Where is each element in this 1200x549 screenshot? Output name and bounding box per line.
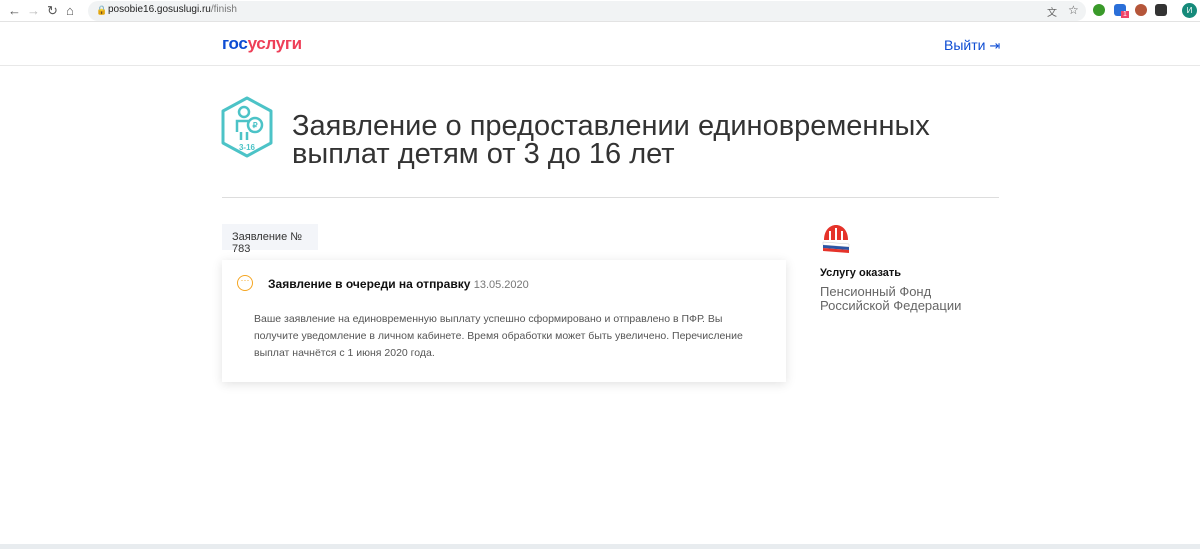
- service-icon: ₽ 3-16: [221, 96, 273, 158]
- url-text[interactable]: posobie16.gosuslugi.ru/finish: [108, 4, 237, 15]
- translate-icon[interactable]: 文: [1047, 4, 1057, 19]
- logout-icon: ⇥: [989, 38, 1001, 53]
- reload-icon[interactable]: ↻: [47, 3, 58, 19]
- pfr-logo: [822, 225, 850, 253]
- provider-label: Услугу оказать: [820, 267, 902, 279]
- divider: [222, 197, 999, 198]
- application-status-card: ··· Заявление в очереди на отправку 13.0…: [222, 260, 786, 382]
- extension-badge: 1: [1121, 11, 1129, 18]
- home-icon[interactable]: ⌂: [66, 3, 74, 18]
- forward-icon[interactable]: →: [27, 3, 40, 18]
- svg-text:₽: ₽: [252, 121, 257, 130]
- extension-icon[interactable]: [1135, 4, 1147, 16]
- lock-icon: 🔒: [96, 5, 108, 15]
- gosuslugi-logo[interactable]: госуслуги: [222, 34, 302, 54]
- provider-info: Услугу оказать Пенсионный Фонд Российско…: [820, 222, 965, 313]
- logout-button[interactable]: Выйти ⇥: [944, 37, 1000, 54]
- star-icon[interactable]: ☆: [1068, 3, 1079, 17]
- extension-icon[interactable]: [1155, 4, 1167, 16]
- page-title: Заявление о предоставлении единовременны…: [292, 110, 930, 170]
- logout-label: Выйти: [944, 37, 986, 53]
- pending-status-icon: ···: [237, 275, 253, 291]
- address-bar[interactable]: [88, 1, 1086, 21]
- browser-toolbar: ← → ↻ ⌂ 🔒 posobie16.gosuslugi.ru/finish …: [0, 0, 1200, 22]
- profile-avatar[interactable]: И: [1182, 3, 1197, 18]
- site-header: госуслуги Выйти ⇥: [0, 22, 1200, 66]
- provider-name: Пенсионный Фонд Российской Федерации: [820, 284, 962, 313]
- url-path: /finish: [210, 4, 237, 15]
- logo-part: гос: [222, 34, 248, 53]
- url-host: posobie16.gosuslugi.ru: [108, 4, 211, 15]
- logo-part: услуги: [247, 34, 303, 53]
- extension-icon[interactable]: [1093, 4, 1105, 16]
- application-tab[interactable]: Заявление № 783: [222, 224, 318, 255]
- status-date: 13.05.2020: [473, 279, 529, 291]
- status-message: Ваше заявление на единовременную выплату…: [254, 313, 743, 359]
- status-text: Заявление в очереди на отправку: [268, 277, 471, 291]
- status-heading: Заявление в очереди на отправку 13.05.20…: [268, 277, 529, 291]
- svg-text:3-16: 3-16: [239, 143, 256, 152]
- back-icon[interactable]: ←: [8, 3, 21, 18]
- footer-strip: [0, 544, 1200, 549]
